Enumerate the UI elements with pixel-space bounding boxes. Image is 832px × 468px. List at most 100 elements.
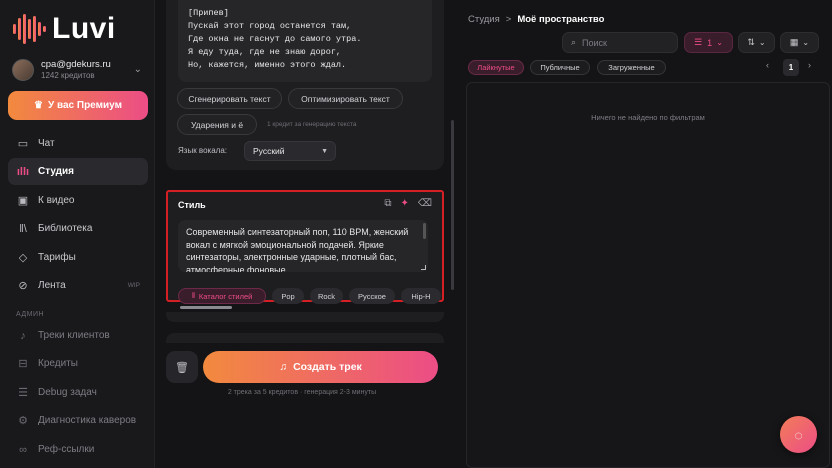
sidebar-item-chat[interactable]: ▭ Чат	[8, 130, 148, 157]
style-tag-label: Каталог стилей	[198, 291, 253, 301]
trash-button[interactable]: 🗑	[166, 351, 198, 383]
chat-bubble-icon: ◌	[794, 426, 803, 443]
create-track-button[interactable]: ♫ Создать трек	[203, 351, 438, 383]
avatar	[12, 59, 34, 81]
sidebar-item-debug[interactable]: ☰ Debug задач	[8, 379, 148, 406]
prev-page-icon[interactable]: ‹	[766, 60, 769, 70]
style-catalog-button[interactable]: ⫴ Каталог стилей	[178, 288, 266, 304]
sidebar-item-client-tracks[interactable]: ♪ Треки клиентов	[8, 322, 148, 349]
waveform-icon: ıllı	[16, 165, 30, 178]
style-tag-pop[interactable]: Pop	[272, 288, 304, 304]
admin-section-label: АДМИН	[16, 311, 45, 318]
lyrics-line: [Припев]	[188, 8, 229, 18]
account-email: cpa@gdekurs.ru	[41, 59, 111, 70]
sidebar-item-label: Треки клиентов	[38, 330, 110, 341]
sidebar-item-studio[interactable]: ıllı Студия	[8, 158, 148, 185]
studio-panel: [Припев] Пускай этот город останется там…	[156, 0, 454, 468]
debug-icon: ☰	[18, 387, 28, 399]
caret-down-icon: ▼	[321, 147, 328, 155]
vocal-language-select[interactable]: Русский ▼	[244, 141, 336, 161]
filter-public[interactable]: Публичные	[530, 60, 590, 75]
logo-waveform-icon	[13, 14, 46, 44]
filter-button[interactable]: ☰ 1 ⌄	[684, 32, 733, 53]
copy-icon[interactable]: ⧉	[384, 198, 391, 209]
action-bar: 🗑 ♫ Создать трек	[166, 351, 444, 383]
vocal-language-value: Русский	[253, 146, 285, 156]
chevron-down-icon: ⌄	[802, 38, 810, 47]
sidebar: Luvi cpa@gdekurs.ru 1242 кредитов ⌄ ♛ У …	[0, 0, 155, 468]
sidebar-item-label: Лента	[38, 280, 66, 291]
panel-scrollbar[interactable]	[451, 120, 454, 290]
results-area: Ничего не найдено по фильтрам	[466, 82, 830, 468]
card-edge	[166, 312, 444, 322]
grid-icon: ▦	[789, 37, 799, 47]
create-track-label: Создать трек	[293, 361, 362, 373]
style-tag-russian[interactable]: Русское	[349, 288, 395, 304]
style-card: Стиль ⧉ ✦ ⌫ Современный синтезаторный по…	[166, 190, 444, 304]
sidebar-item-library[interactable]: ǁ\ Библиотека	[8, 215, 148, 242]
search-icon: ⌕	[571, 37, 577, 47]
trash-icon: 🗑	[175, 361, 189, 374]
page-number[interactable]: 1	[783, 59, 799, 76]
style-text-value: Современный синтезаторный поп, 110 BPM, …	[186, 227, 409, 272]
tags-scrollbar[interactable]	[176, 305, 432, 309]
style-tag-rock[interactable]: Rock	[310, 288, 343, 304]
stress-button[interactable]: Ударения и ё	[177, 114, 257, 135]
filter-uploaded[interactable]: Загруженные	[597, 60, 666, 75]
premium-button[interactable]: ♛ У вас Премиум	[8, 91, 148, 120]
compass-icon: ⊘	[18, 280, 28, 292]
style-textarea[interactable]: Современный синтезаторный поп, 110 BPM, …	[178, 220, 428, 272]
textarea-scrollbar[interactable]	[423, 223, 426, 239]
account-credits: 1242 кредитов	[41, 71, 95, 80]
tags-scrollbar-thumb[interactable]	[180, 306, 232, 309]
generate-lyrics-button[interactable]: Сгенерировать текст	[177, 88, 282, 109]
wip-badge: WIP	[127, 282, 140, 289]
library-icon: ǁ\	[19, 222, 27, 235]
logo[interactable]: Luvi	[12, 12, 116, 46]
filter-icon: ☰	[694, 37, 703, 47]
filter-count: 1	[707, 37, 713, 48]
account-switcher[interactable]: cpa@gdekurs.ru 1242 кредитов ⌄	[12, 58, 146, 82]
breadcrumb-root[interactable]: Студия	[468, 14, 500, 25]
sidebar-item-pricing[interactable]: ◇ Тарифы	[8, 244, 148, 271]
vocal-language-label: Язык вокала:	[178, 146, 227, 155]
next-page-icon[interactable]: ›	[808, 60, 811, 70]
diagnostics-icon: ⚙	[18, 415, 28, 427]
style-tag-hiphop[interactable]: Hip-H	[401, 288, 441, 304]
video-icon: ▣	[17, 195, 29, 207]
app-root: Luvi cpa@gdekurs.ru 1242 кредитов ⌄ ♛ У …	[0, 0, 832, 468]
generation-info: 2 трека за 5 кредитов · генерация 2-3 ми…	[227, 389, 377, 396]
filter-liked[interactable]: Лайкнутые	[468, 60, 524, 75]
chevron-down-icon: ⌄	[133, 64, 142, 75]
search-placeholder: Поиск	[582, 37, 607, 48]
sidebar-item-credits[interactable]: ⊟ Кредиты	[8, 350, 148, 377]
empty-state: Ничего не найдено по фильтрам	[591, 113, 705, 122]
support-chat-button[interactable]: ◌	[780, 416, 817, 453]
sidebar-item-diagnostics[interactable]: ⚙ Диагностика каверов	[8, 407, 148, 434]
optimize-lyrics-button[interactable]: Оптимизировать текст	[288, 88, 403, 109]
sidebar-item-video[interactable]: ▣ К видео	[8, 187, 148, 214]
sidebar-item-label: Чат	[38, 138, 55, 149]
breadcrumb-current: Моё пространство	[517, 14, 605, 25]
lyrics-textarea[interactable]: [Припев] Пускай этот город останется там…	[178, 0, 432, 82]
link-icon: ∞	[19, 443, 27, 456]
sidebar-item-label: Тарифы	[38, 252, 76, 263]
view-mode-button[interactable]: ▦ ⌄	[780, 32, 819, 53]
sort-button[interactable]: ⇅ ⌄	[738, 32, 775, 53]
sidebar-item-ref-links[interactable]: ∞ Реф-ссылки	[8, 436, 148, 463]
sidebar-item-label: Debug задач	[38, 387, 97, 398]
sidebar-item-label: Библиотека	[38, 223, 93, 234]
chevron-down-icon: ⌄	[716, 38, 723, 47]
search-input[interactable]: ⌕ Поиск	[562, 32, 678, 53]
sidebar-item-label: Реф-ссылки	[38, 444, 95, 455]
logo-text: Luvi	[52, 12, 116, 45]
sidebar-item-feed[interactable]: ⊘ Лента WIP	[8, 272, 148, 299]
sort-icon: ⇅	[747, 37, 755, 47]
magic-wand-icon[interactable]: ✦	[400, 198, 408, 209]
eraser-icon[interactable]: ⌫	[418, 198, 432, 209]
resize-handle[interactable]	[421, 265, 426, 270]
lyrics-line: Я еду туда, где не знаю дорог,	[188, 47, 342, 57]
chevron-down-icon: ⌄	[758, 38, 766, 47]
breadcrumb: Студия > Моё пространство	[468, 14, 604, 25]
sidebar-item-label: Кредиты	[38, 358, 78, 369]
